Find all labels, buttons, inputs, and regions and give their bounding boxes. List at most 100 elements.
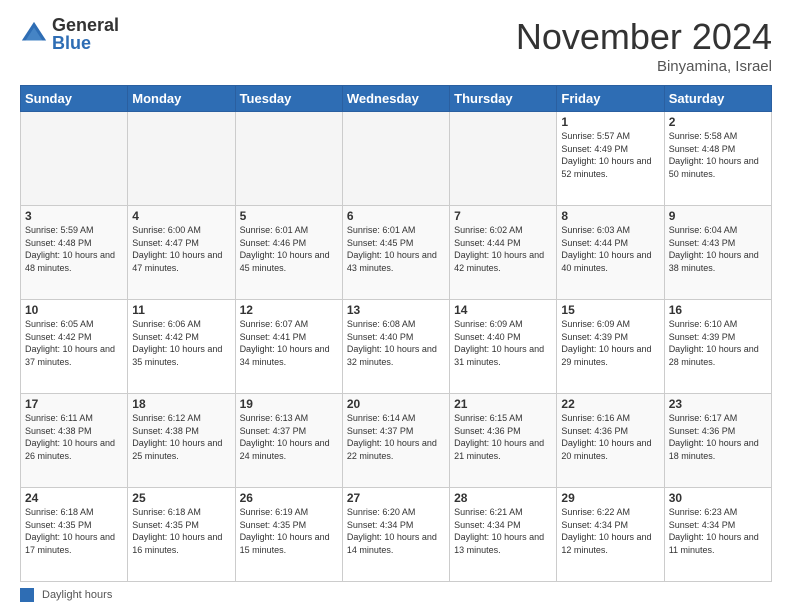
header-monday: Monday — [128, 86, 235, 112]
day-number: 21 — [454, 397, 552, 411]
day-info: Sunrise: 6:20 AMSunset: 4:34 PMDaylight:… — [347, 507, 437, 555]
table-row: 6Sunrise: 6:01 AMSunset: 4:45 PMDaylight… — [342, 206, 449, 300]
day-number: 19 — [240, 397, 338, 411]
calendar-row-3: 10Sunrise: 6:05 AMSunset: 4:42 PMDayligh… — [21, 300, 772, 394]
day-number: 28 — [454, 491, 552, 505]
header-thursday: Thursday — [450, 86, 557, 112]
day-info: Sunrise: 6:15 AMSunset: 4:36 PMDaylight:… — [454, 413, 544, 461]
day-info: Sunrise: 5:58 AMSunset: 4:48 PMDaylight:… — [669, 131, 759, 179]
day-info: Sunrise: 6:03 AMSunset: 4:44 PMDaylight:… — [561, 225, 651, 273]
table-row — [342, 112, 449, 206]
table-row: 30Sunrise: 6:23 AMSunset: 4:34 PMDayligh… — [664, 488, 771, 582]
day-info: Sunrise: 5:59 AMSunset: 4:48 PMDaylight:… — [25, 225, 115, 273]
legend-label: Daylight hours — [42, 589, 112, 601]
calendar-row-1: 1 Sunrise: 5:57 AMSunset: 4:49 PMDaylight… — [21, 112, 772, 206]
logo-text: General Blue — [52, 16, 119, 52]
table-row — [235, 112, 342, 206]
day-number: 2 — [669, 115, 767, 129]
day-number: 27 — [347, 491, 445, 505]
table-row: 8Sunrise: 6:03 AMSunset: 4:44 PMDaylight… — [557, 206, 664, 300]
table-row: 19 Sunrise: 6:13 AMSunset: 4:37 PMDayligh… — [235, 394, 342, 488]
table-row — [21, 112, 128, 206]
day-number: 12 — [240, 303, 338, 317]
day-info: Sunrise: 6:01 AMSunset: 4:45 PMDaylight:… — [347, 225, 437, 273]
header-tuesday: Tuesday — [235, 86, 342, 112]
day-number: 25 — [132, 491, 230, 505]
title-block: November 2024 Binyamina, Israel — [516, 16, 772, 75]
day-number: 9 — [669, 209, 767, 223]
table-row: 20 Sunrise: 6:14 AMSunset: 4:37 PMDayligh… — [342, 394, 449, 488]
day-info: Sunrise: 6:17 AMSunset: 4:36 PMDaylight:… — [669, 413, 759, 461]
table-row: 2 Sunrise: 5:58 AMSunset: 4:48 PMDaylight… — [664, 112, 771, 206]
calendar-row-2: 3 Sunrise: 5:59 AMSunset: 4:48 PMDaylight… — [21, 206, 772, 300]
table-row: 25 Sunrise: 6:18 AMSunset: 4:35 PMDayligh… — [128, 488, 235, 582]
day-number: 20 — [347, 397, 445, 411]
day-number: 24 — [25, 491, 123, 505]
header-friday: Friday — [557, 86, 664, 112]
logo-icon — [20, 20, 48, 48]
table-row: 15Sunrise: 6:09 AMSunset: 4:39 PMDayligh… — [557, 300, 664, 394]
day-number: 11 — [132, 303, 230, 317]
day-number: 23 — [669, 397, 767, 411]
day-info: Sunrise: 6:00 AMSunset: 4:47 PMDaylight:… — [132, 225, 222, 273]
table-row: 1 Sunrise: 5:57 AMSunset: 4:49 PMDaylight… — [557, 112, 664, 206]
header-saturday: Saturday — [664, 86, 771, 112]
day-number: 16 — [669, 303, 767, 317]
day-info: Sunrise: 6:13 AMSunset: 4:37 PMDaylight:… — [240, 413, 330, 461]
table-row: 14 Sunrise: 6:09 AMSunset: 4:40 PMDayligh… — [450, 300, 557, 394]
calendar-table: Sunday Monday Tuesday Wednesday Thursday… — [20, 85, 772, 582]
day-info: Sunrise: 6:14 AMSunset: 4:37 PMDaylight:… — [347, 413, 437, 461]
table-row: 3 Sunrise: 5:59 AMSunset: 4:48 PMDaylight… — [21, 206, 128, 300]
table-row: 17 Sunrise: 6:11 AMSunset: 4:38 PMDayligh… — [21, 394, 128, 488]
day-info: Sunrise: 6:10 AMSunset: 4:39 PMDaylight:… — [669, 319, 759, 367]
table-row: 9Sunrise: 6:04 AMSunset: 4:43 PMDaylight… — [664, 206, 771, 300]
legend-box — [20, 588, 34, 602]
day-info: Sunrise: 6:21 AMSunset: 4:34 PMDaylight:… — [454, 507, 544, 555]
day-number: 29 — [561, 491, 659, 505]
day-number: 5 — [240, 209, 338, 223]
table-row: 27 Sunrise: 6:20 AMSunset: 4:34 PMDayligh… — [342, 488, 449, 582]
table-row: 24Sunrise: 6:18 AMSunset: 4:35 PMDayligh… — [21, 488, 128, 582]
day-info: Sunrise: 6:02 AMSunset: 4:44 PMDaylight:… — [454, 225, 544, 273]
weekday-header-row: Sunday Monday Tuesday Wednesday Thursday… — [21, 86, 772, 112]
day-info: Sunrise: 6:07 AMSunset: 4:41 PMDaylight:… — [240, 319, 330, 367]
day-number: 13 — [347, 303, 445, 317]
day-info: Sunrise: 6:09 AMSunset: 4:40 PMDaylight:… — [454, 319, 544, 367]
day-info: Sunrise: 5:57 AMSunset: 4:49 PMDaylight:… — [561, 131, 651, 179]
calendar-row-5: 24 Sunrise: 6:18 AMSunset: 4:35 PMDayligh… — [21, 488, 772, 582]
table-row: 29Sunrise: 6:22 AMSunset: 4:34 PMDayligh… — [557, 488, 664, 582]
day-number: 14 — [454, 303, 552, 317]
table-row: 18 Sunrise: 6:12 AMSunset: 4:38 PMDayligh… — [128, 394, 235, 488]
table-row: 10Sunrise: 6:05 AMSunset: 4:42 PMDayligh… — [21, 300, 128, 394]
day-info: Sunrise: 6:16 AMSunset: 4:36 PMDaylight:… — [561, 413, 651, 461]
day-number: 4 — [132, 209, 230, 223]
day-info: Sunrise: 6:18 AMSunset: 4:35 PMDaylight:… — [132, 507, 222, 555]
table-row: 4 Sunrise: 6:00 AMSunset: 4:47 PMDaylight… — [128, 206, 235, 300]
header-sunday: Sunday — [21, 86, 128, 112]
table-row — [128, 112, 235, 206]
month-title: November 2024 — [516, 16, 772, 58]
day-number: 26 — [240, 491, 338, 505]
table-row: 22Sunrise: 6:16 AMSunset: 4:36 PMDayligh… — [557, 394, 664, 488]
day-number: 17 — [25, 397, 123, 411]
footer: Daylight hours — [20, 588, 772, 602]
day-number: 1 — [561, 115, 659, 129]
day-info: Sunrise: 6:08 AMSunset: 4:40 PMDaylight:… — [347, 319, 437, 367]
day-info: Sunrise: 6:09 AMSunset: 4:39 PMDaylight:… — [561, 319, 651, 367]
calendar-row-4: 17 Sunrise: 6:11 AMSunset: 4:38 PMDayligh… — [21, 394, 772, 488]
day-info: Sunrise: 6:12 AMSunset: 4:38 PMDaylight:… — [132, 413, 222, 461]
day-info: Sunrise: 6:05 AMSunset: 4:42 PMDaylight:… — [25, 319, 115, 367]
table-row: 5Sunrise: 6:01 AMSunset: 4:46 PMDaylight… — [235, 206, 342, 300]
header-wednesday: Wednesday — [342, 86, 449, 112]
table-row: 21 Sunrise: 6:15 AMSunset: 4:36 PMDayligh… — [450, 394, 557, 488]
day-number: 18 — [132, 397, 230, 411]
day-number: 30 — [669, 491, 767, 505]
table-row: 7Sunrise: 6:02 AMSunset: 4:44 PMDaylight… — [450, 206, 557, 300]
day-info: Sunrise: 6:11 AMSunset: 4:38 PMDaylight:… — [25, 413, 115, 461]
table-row: 13 Sunrise: 6:08 AMSunset: 4:40 PMDayligh… — [342, 300, 449, 394]
day-number: 3 — [25, 209, 123, 223]
table-row: 16 Sunrise: 6:10 AMSunset: 4:39 PMDayligh… — [664, 300, 771, 394]
location: Binyamina, Israel — [516, 58, 772, 75]
day-info: Sunrise: 6:06 AMSunset: 4:42 PMDaylight:… — [132, 319, 222, 367]
table-row: 28 Sunrise: 6:21 AMSunset: 4:34 PMDayligh… — [450, 488, 557, 582]
